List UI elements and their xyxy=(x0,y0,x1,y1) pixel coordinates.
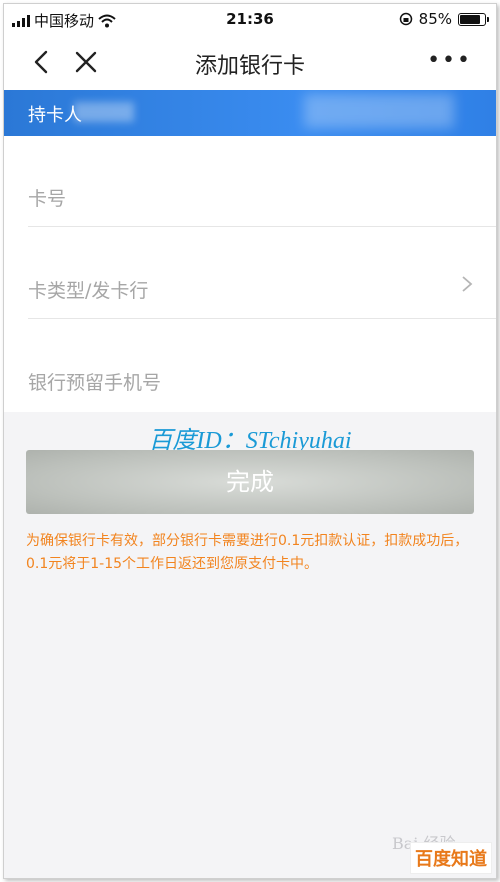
phone-number-field[interactable]: 银行预留手机号 xyxy=(28,320,496,410)
page-title: 添加银行卡 xyxy=(194,54,305,79)
baidu-zhidao-logo: 百度知道 xyxy=(410,842,492,874)
banner-blur-overlay xyxy=(304,94,454,128)
battery-fill xyxy=(460,14,480,24)
more-menu-icon[interactable]: ••• xyxy=(427,48,472,73)
chevron-right-icon xyxy=(462,276,473,292)
card-number-field[interactable]: 卡号 xyxy=(28,136,496,227)
footer-logos: Bai 经验 百度知道 xyxy=(392,830,492,874)
navigation-bar: 添加银行卡 ••• xyxy=(4,34,496,90)
status-bar: 中国移动 21:36 85% xyxy=(4,4,496,34)
card-type-placeholder: 卡类型/发卡行 xyxy=(28,280,149,302)
battery-percent: 85% xyxy=(418,10,452,28)
battery-icon xyxy=(458,12,489,26)
verification-notice: 为确保银行卡有效，部分银行卡需要进行0.1元扣款认证，扣款成功后，0.1元将于1… xyxy=(26,533,469,572)
card-type-field[interactable]: 卡类型/发卡行 xyxy=(28,228,496,319)
phone-screen: 中国移动 21:36 85% 添加银行卡 ••• 持卡人 卡号 卡类型/发卡行 … xyxy=(3,3,497,879)
status-right: 85% xyxy=(399,10,489,28)
cardholder-name-redacted xyxy=(74,102,134,122)
cardholder-banner: 持卡人 xyxy=(4,90,496,136)
phone-placeholder: 银行预留手机号 xyxy=(28,372,162,394)
rotation-lock-icon xyxy=(399,12,412,26)
bank-card-form: 卡号 卡类型/发卡行 银行预留手机号 xyxy=(4,136,496,412)
card-number-placeholder: 卡号 xyxy=(28,188,67,210)
done-button[interactable]: 完成 xyxy=(26,450,474,514)
